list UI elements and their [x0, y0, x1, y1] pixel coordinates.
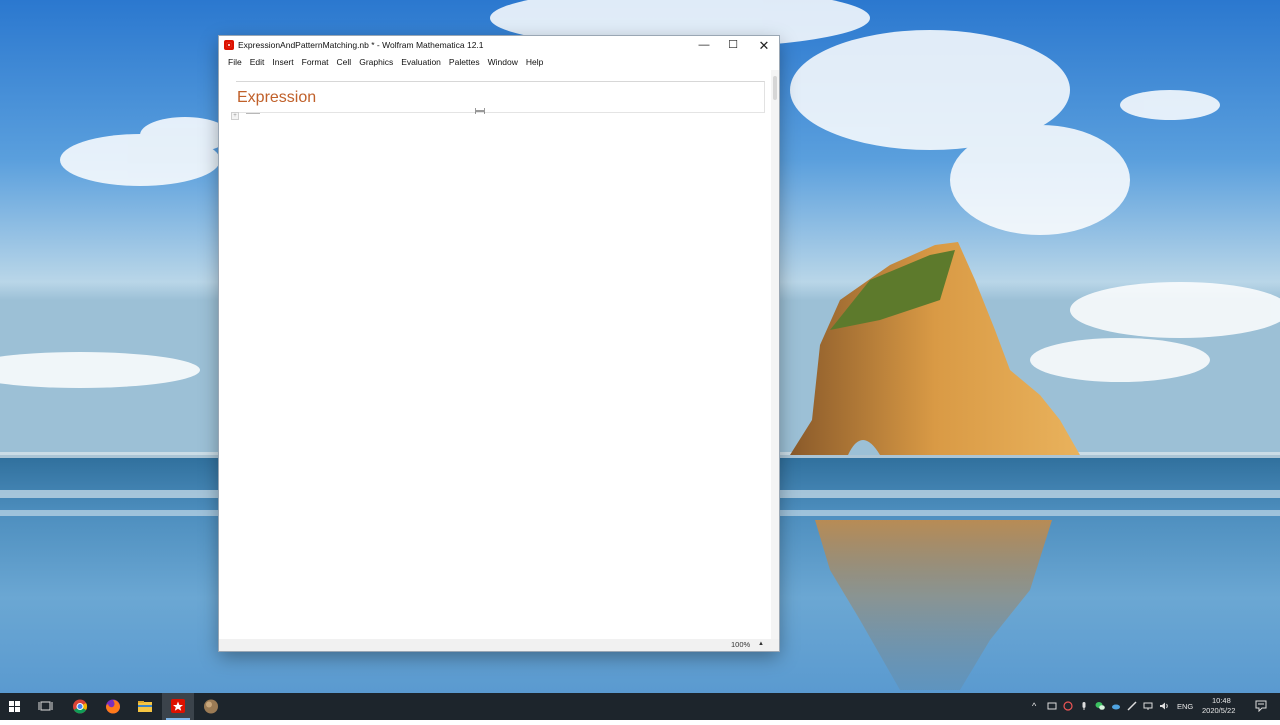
- scrollbar-thumb[interactable]: [773, 76, 777, 100]
- antivirus-icon[interactable]: [1063, 701, 1073, 711]
- firefox-taskbar-button[interactable]: [97, 693, 129, 720]
- display-icon[interactable]: [1143, 701, 1153, 711]
- zoom-menu-arrow-icon[interactable]: ▲: [758, 641, 764, 647]
- wechat-icon[interactable]: [1095, 701, 1105, 711]
- zoom-level[interactable]: 100%: [731, 640, 750, 649]
- vertical-scrollbar[interactable]: [771, 70, 779, 639]
- menu-help[interactable]: Help: [522, 55, 547, 70]
- notebook-content-area[interactable]: Expression +: [219, 70, 771, 639]
- clock-date[interactable]: 2020/5/22: [1202, 706, 1235, 715]
- taskbar: ^ ENG 10:48 2020/5/22: [0, 693, 1280, 720]
- menu-palettes[interactable]: Palettes: [445, 55, 484, 70]
- file-explorer-taskbar-button[interactable]: [129, 693, 161, 720]
- menu-format[interactable]: Format: [298, 55, 333, 70]
- menu-edit[interactable]: Edit: [246, 55, 269, 70]
- clock-time[interactable]: 10:48: [1212, 696, 1231, 705]
- close-button[interactable]: ✕: [749, 36, 779, 55]
- tray-expand-chevron-icon[interactable]: ^: [1032, 701, 1036, 711]
- minimize-button[interactable]: —: [689, 36, 719, 55]
- chrome-icon: [73, 699, 87, 714]
- input-language-indicator[interactable]: ENG: [1177, 702, 1193, 711]
- pen-icon[interactable]: [1127, 701, 1137, 711]
- window-title-bar[interactable]: ExpressionAndPatternMatching.nb * - Wolf…: [219, 36, 779, 55]
- menu-graphics[interactable]: Graphics: [355, 55, 397, 70]
- cell-insert-plus-icon[interactable]: +: [231, 112, 239, 120]
- microphone-icon[interactable]: [1079, 701, 1089, 711]
- windows-start-icon: [9, 701, 20, 712]
- task-view-button[interactable]: [30, 693, 62, 720]
- menu-bar: File Edit Insert Format Cell Graphics Ev…: [219, 55, 779, 70]
- menu-insert[interactable]: Insert: [268, 55, 297, 70]
- status-bar: 100% ▲: [219, 639, 779, 651]
- chrome-taskbar-button[interactable]: [64, 693, 96, 720]
- cloud-sync-icon[interactable]: [1111, 701, 1121, 711]
- menu-evaluation[interactable]: Evaluation: [397, 55, 445, 70]
- start-button[interactable]: [0, 693, 32, 720]
- menu-window[interactable]: Window: [484, 55, 522, 70]
- menu-file[interactable]: File: [224, 55, 246, 70]
- mathematica-taskbar-button[interactable]: [162, 693, 194, 720]
- task-view-icon: [38, 701, 53, 711]
- network-icon[interactable]: [1047, 701, 1057, 711]
- file-explorer-icon: [138, 701, 152, 712]
- section-title[interactable]: Expression: [237, 89, 316, 107]
- mathematica-icon: [224, 40, 234, 50]
- notification-center-icon[interactable]: [1255, 700, 1267, 712]
- mathematica-notebook-window[interactable]: ExpressionAndPatternMatching.nb * - Wolf…: [219, 36, 779, 651]
- app-icon: [204, 699, 218, 714]
- app-taskbar-button[interactable]: [195, 693, 227, 720]
- mathematica-icon: [171, 699, 185, 713]
- cell-insertion-line: [246, 113, 260, 114]
- maximize-button[interactable]: ☐: [718, 36, 748, 55]
- volume-icon[interactable]: [1159, 701, 1169, 711]
- firefox-icon: [106, 699, 120, 714]
- horizontal-resize-cursor-icon: [475, 108, 485, 114]
- menu-cell[interactable]: Cell: [333, 55, 356, 70]
- window-title: ExpressionAndPatternMatching.nb * - Wolf…: [238, 40, 484, 50]
